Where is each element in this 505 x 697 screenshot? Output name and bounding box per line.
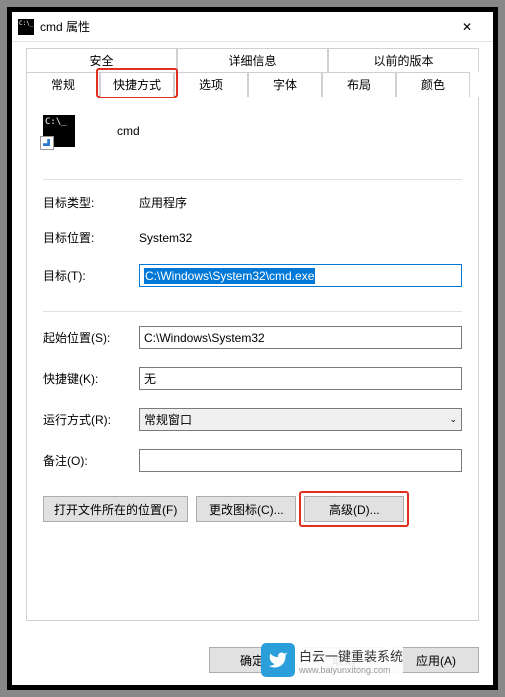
open-file-location-button[interactable]: 打开文件所在的位置(F) — [43, 496, 188, 522]
properties-dialog: cmd 属性 ✕ 安全 详细信息 以前的版本 常规 快捷方式 选项 字体 布局 … — [12, 12, 493, 685]
shortcut-key-label: 快捷键(K): — [43, 370, 139, 387]
tab-strip: 安全 详细信息 以前的版本 常规 快捷方式 选项 字体 布局 颜色 — [26, 48, 479, 97]
app-name-input[interactable] — [115, 122, 395, 140]
start-in-label: 起始位置(S): — [43, 329, 139, 346]
target-location-value: System32 — [139, 231, 462, 245]
target-type-label: 目标类型: — [43, 194, 139, 211]
watermark-icon — [261, 643, 295, 677]
tab-security[interactable]: 安全 — [26, 48, 177, 72]
tab-layout[interactable]: 布局 — [322, 72, 396, 97]
tab-shortcut[interactable]: 快捷方式 — [100, 72, 174, 97]
change-icon-button[interactable]: 更改图标(C)... — [196, 496, 296, 522]
advanced-button[interactable]: 高级(D)... — [304, 496, 404, 522]
watermark: 白云一键重装系统 www.baiyunxitong.com — [261, 643, 403, 677]
shortcut-key-input[interactable] — [139, 367, 462, 390]
window-title: cmd 属性 — [40, 18, 447, 35]
tab-options[interactable]: 选项 — [174, 72, 248, 97]
close-icon: ✕ — [462, 20, 472, 34]
dialog-footer: 确定 取消 应用(A) 白云一键重装系统 www.baiyunxitong.co… — [12, 635, 493, 685]
run-select[interactable]: 常规窗口 ⌄ — [139, 408, 462, 431]
comment-label: 备注(O): — [43, 452, 139, 469]
target-location-label: 目标位置: — [43, 229, 139, 246]
separator — [43, 179, 462, 180]
chevron-down-icon: ⌄ — [449, 414, 457, 425]
target-label: 目标(T): — [43, 267, 139, 284]
shortcut-panel: 目标类型: 应用程序 目标位置: System32 目标(T): C:\Wind… — [26, 97, 479, 621]
target-type-value: 应用程序 — [139, 194, 462, 211]
apply-button[interactable]: 应用(A) — [393, 647, 479, 673]
tab-colors[interactable]: 颜色 — [396, 72, 470, 97]
target-input[interactable]: C:\Windows\System32\cmd.exe — [139, 264, 462, 287]
separator — [43, 311, 462, 312]
app-icon-small — [18, 19, 34, 35]
shortcut-overlay-icon — [40, 136, 54, 150]
run-select-value: 常规窗口 — [144, 411, 192, 428]
tab-general[interactable]: 常规 — [26, 72, 100, 97]
titlebar: cmd 属性 ✕ — [12, 12, 493, 42]
tab-previous-versions[interactable]: 以前的版本 — [328, 48, 479, 72]
run-label: 运行方式(R): — [43, 411, 139, 428]
close-button[interactable]: ✕ — [447, 13, 487, 41]
app-icon — [43, 115, 75, 147]
start-in-input[interactable] — [139, 326, 462, 349]
tab-details[interactable]: 详细信息 — [177, 48, 328, 72]
comment-input[interactable] — [139, 449, 462, 472]
tab-font[interactable]: 字体 — [248, 72, 322, 97]
